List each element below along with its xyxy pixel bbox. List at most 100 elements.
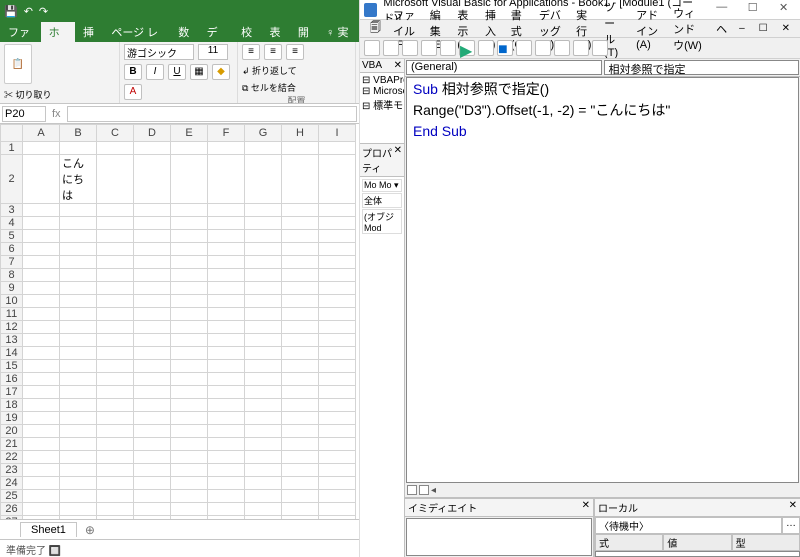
fill-color-button[interactable]: ◆ — [212, 64, 230, 80]
mdi-minimize-button[interactable]: – — [733, 22, 751, 35]
toolbar-button[interactable] — [573, 40, 589, 56]
cell-I27[interactable] — [319, 516, 356, 520]
row-header[interactable]: 10 — [1, 295, 23, 308]
cell-A22[interactable] — [23, 451, 60, 464]
cell-B25[interactable] — [60, 490, 97, 503]
toolbar-button[interactable] — [535, 40, 551, 56]
cell-H8[interactable] — [282, 269, 319, 282]
cell-A10[interactable] — [23, 295, 60, 308]
cell-B1[interactable] — [60, 142, 97, 155]
italic-button[interactable]: I — [146, 64, 164, 80]
row-header[interactable]: 22 — [1, 451, 23, 464]
row-header[interactable]: 15 — [1, 360, 23, 373]
cell-E10[interactable] — [171, 295, 208, 308]
cell-I10[interactable] — [319, 295, 356, 308]
immediate-close-icon[interactable]: ✕ — [582, 500, 590, 515]
cell-G1[interactable] — [245, 142, 282, 155]
cell-I8[interactable] — [319, 269, 356, 282]
object-dropdown[interactable]: (General) — [406, 60, 602, 75]
cell-G22[interactable] — [245, 451, 282, 464]
bold-button[interactable]: B — [124, 64, 142, 80]
cell-C17[interactable] — [97, 386, 134, 399]
cell-D7[interactable] — [134, 256, 171, 269]
cell-G24[interactable] — [245, 477, 282, 490]
row-header[interactable]: 2 — [1, 155, 23, 204]
cell-D12[interactable] — [134, 321, 171, 334]
cell-G23[interactable] — [245, 464, 282, 477]
cell-E6[interactable] — [171, 243, 208, 256]
cell-E18[interactable] — [171, 399, 208, 412]
cell-E9[interactable] — [171, 282, 208, 295]
cell-H19[interactable] — [282, 412, 319, 425]
cell-F20[interactable] — [208, 425, 245, 438]
cell-C23[interactable] — [97, 464, 134, 477]
row-header[interactable]: 17 — [1, 386, 23, 399]
locals-expand-button[interactable]: … — [782, 517, 800, 534]
cell-F11[interactable] — [208, 308, 245, 321]
cell-E14[interactable] — [171, 347, 208, 360]
ribbon-tab-8[interactable]: 開発 — [290, 22, 318, 42]
cell-A14[interactable] — [23, 347, 60, 360]
cell-E1[interactable] — [171, 142, 208, 155]
align-right-button[interactable]: ≡ — [286, 44, 304, 60]
cell-A15[interactable] — [23, 360, 60, 373]
cell-F22[interactable] — [208, 451, 245, 464]
cell-B27[interactable] — [60, 516, 97, 520]
column-header[interactable]: E — [171, 125, 208, 142]
cell-F1[interactable] — [208, 142, 245, 155]
column-header[interactable]: F — [208, 125, 245, 142]
cell-H26[interactable] — [282, 503, 319, 516]
cell-F6[interactable] — [208, 243, 245, 256]
row-header[interactable]: 13 — [1, 334, 23, 347]
row-header[interactable]: 9 — [1, 282, 23, 295]
cell-H23[interactable] — [282, 464, 319, 477]
cell-I14[interactable] — [319, 347, 356, 360]
name-box[interactable]: P20 — [2, 106, 46, 122]
cell-H18[interactable] — [282, 399, 319, 412]
cell-D4[interactable] — [134, 217, 171, 230]
cell-E12[interactable] — [171, 321, 208, 334]
sheet-tab-sheet1[interactable]: Sheet1 — [20, 522, 77, 537]
cell-A6[interactable] — [23, 243, 60, 256]
toolbar-button[interactable] — [383, 40, 399, 56]
cell-A12[interactable] — [23, 321, 60, 334]
cell-I7[interactable] — [319, 256, 356, 269]
cell-H1[interactable] — [282, 142, 319, 155]
cell-B13[interactable] — [60, 334, 97, 347]
ribbon-tab-0[interactable]: ファイル — [0, 22, 41, 42]
cell-G3[interactable] — [245, 204, 282, 217]
cell-B16[interactable] — [60, 373, 97, 386]
cell-E24[interactable] — [171, 477, 208, 490]
cell-I3[interactable] — [319, 204, 356, 217]
project-tree[interactable]: ⊟ VBAProject ⊟ Microsoft ⊟ 標準モジ — [360, 73, 404, 143]
cell-I20[interactable] — [319, 425, 356, 438]
cell-H3[interactable] — [282, 204, 319, 217]
cell-A9[interactable] — [23, 282, 60, 295]
toolbar-button[interactable] — [516, 40, 532, 56]
cell-I25[interactable] — [319, 490, 356, 503]
cell-I5[interactable] — [319, 230, 356, 243]
toolbar-button[interactable] — [554, 40, 570, 56]
cell-B21[interactable] — [60, 438, 97, 451]
cell-F21[interactable] — [208, 438, 245, 451]
ribbon-tab-6[interactable]: 校閲 — [233, 22, 261, 42]
cell-C1[interactable] — [97, 142, 134, 155]
border-button[interactable]: ▦ — [190, 64, 208, 80]
procedure-view-button[interactable] — [407, 485, 417, 495]
cell-G18[interactable] — [245, 399, 282, 412]
column-header[interactable]: I — [319, 125, 356, 142]
row-header[interactable]: 1 — [1, 142, 23, 155]
cell-D19[interactable] — [134, 412, 171, 425]
cell-E27[interactable] — [171, 516, 208, 520]
cell-C18[interactable] — [97, 399, 134, 412]
ribbon-tab-2[interactable]: 挿入 — [75, 22, 103, 42]
cell-C14[interactable] — [97, 347, 134, 360]
cell-D6[interactable] — [134, 243, 171, 256]
row-header[interactable]: 3 — [1, 204, 23, 217]
cell-A19[interactable] — [23, 412, 60, 425]
paste-button[interactable]: 📋 — [4, 44, 32, 84]
cell-C12[interactable] — [97, 321, 134, 334]
cell-D2[interactable] — [134, 155, 171, 204]
cell-H7[interactable] — [282, 256, 319, 269]
cell-E16[interactable] — [171, 373, 208, 386]
